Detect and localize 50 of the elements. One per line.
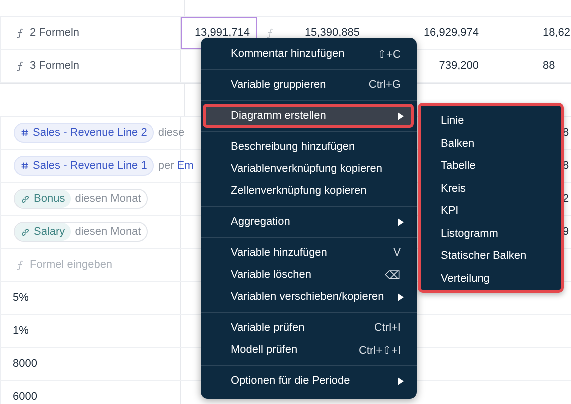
menu-item[interactable]: Variable löschen ⌫ — [204, 264, 413, 286]
function-icon — [17, 28, 24, 38]
menu-item[interactable]: Kreis — [421, 178, 561, 200]
menu-item[interactable]: Balken — [421, 132, 561, 155]
value-text: 1% — [13, 325, 29, 337]
menu-item[interactable]: Modell prüfen Ctrl+⇧+I — [204, 339, 413, 361]
function-icon — [17, 260, 24, 270]
hash-icon — [21, 129, 29, 137]
menu-item[interactable]: Variablenverknüpfung kopieren — [204, 158, 413, 180]
menu-item[interactable]: Diagramm erstellen — [204, 105, 413, 127]
menu-item[interactable]: Variable prüfen Ctrl+I — [204, 317, 413, 339]
table-cell[interactable]: 88 — [481, 50, 571, 82]
submenu-arrow-icon — [398, 112, 404, 120]
menu-item[interactable]: Zellenverknüpfung kopieren — [204, 180, 413, 202]
menu-item[interactable]: Verteilung — [421, 268, 561, 290]
function-icon — [267, 28, 274, 38]
period-text: diesen Monat — [75, 226, 142, 238]
reference-text: Em — [177, 160, 194, 172]
variable-chip[interactable]: Sales - Revenue Line 2 — [14, 123, 154, 143]
value-text: 6000 — [13, 391, 38, 403]
menu-item[interactable]: Optionen für die Periode — [204, 370, 413, 392]
period-text: diese — [158, 127, 185, 139]
value-text: 5% — [13, 292, 29, 304]
function-icon — [17, 60, 24, 72]
hash-icon — [21, 162, 29, 170]
menu-item[interactable]: Variable gruppieren Ctrl+G — [204, 74, 413, 96]
menu-item[interactable]: Listogramm — [421, 222, 561, 245]
period-text: diesen Monat — [75, 193, 142, 205]
submenu-arrow-icon — [398, 292, 404, 302]
link-icon — [21, 194, 30, 204]
menu-item[interactable]: Variablen verschieben/kopieren — [204, 286, 413, 308]
row-label: 3 Formeln — [30, 60, 80, 72]
value-text: 8000 — [13, 358, 38, 370]
formula-field[interactable]: Formel eingeben — [30, 259, 170, 271]
menu-item[interactable]: KPI — [421, 200, 561, 222]
variable-chip[interactable]: Salary — [15, 223, 72, 241]
variable-chip[interactable]: Sales - Revenue Line 1 — [14, 156, 154, 176]
submenu-arrow-icon — [398, 376, 404, 386]
row-label: 2 Formeln — [30, 27, 80, 39]
menu-item[interactable]: Linie — [421, 110, 561, 132]
menu-item[interactable]: Aggregation — [204, 211, 413, 233]
submenu-arrow-icon — [398, 218, 404, 226]
menu-item[interactable]: Beschreibung hinzufügen — [204, 136, 413, 158]
menu-item[interactable]: Tabelle — [421, 155, 561, 178]
menu-item[interactable]: Statischer Balken — [421, 245, 561, 268]
menu-item[interactable]: Variable hinzufügen V — [204, 242, 413, 264]
table-cell[interactable]: 18,62 — [481, 17, 571, 49]
variable-chip[interactable]: Bonus — [15, 190, 72, 208]
link-icon — [21, 228, 30, 236]
period-text: per — [158, 160, 174, 172]
